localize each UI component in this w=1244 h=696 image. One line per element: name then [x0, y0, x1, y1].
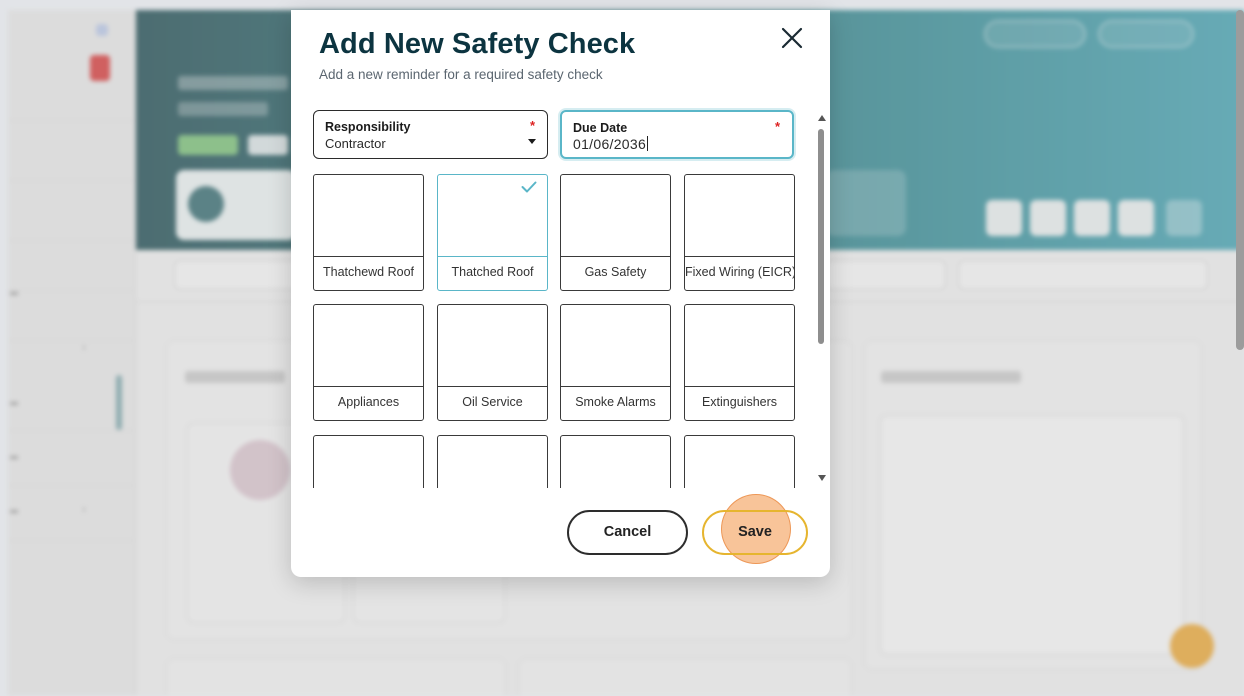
due-date-value: 01/06/2036 [573, 136, 647, 152]
card-label: Fixed Wiring (EICR) [685, 265, 794, 279]
close-button[interactable] [777, 23, 807, 53]
save-button-label: Save [738, 524, 772, 540]
dialog-subtitle: Add a new reminder for a required safety… [319, 67, 603, 82]
check-type-card-fixed-wiring[interactable]: Fixed Wiring (EICR) [684, 174, 795, 291]
required-marker: * [529, 118, 535, 133]
scroll-down-arrow-icon[interactable] [818, 475, 826, 481]
text-cursor [647, 136, 649, 151]
scrollbar-thumb[interactable] [818, 129, 824, 344]
check-type-card-thatched-roof[interactable]: Thatched Roof [437, 174, 548, 291]
check-type-card[interactable] [313, 435, 424, 488]
required-marker: * [774, 119, 780, 134]
card-image [561, 305, 670, 387]
check-type-card[interactable] [560, 435, 671, 488]
scroll-up-arrow-icon[interactable] [818, 115, 826, 121]
card-image [438, 305, 547, 387]
card-image [438, 436, 547, 488]
page-scrollbar[interactable] [1236, 10, 1244, 350]
card-image [685, 175, 794, 257]
responsibility-label: Responsibility [325, 120, 411, 134]
card-label: Appliances [337, 395, 400, 409]
grid-scrollbar[interactable] [816, 113, 826, 483]
card-label: Thatchewd Roof [322, 265, 415, 279]
card-image [314, 175, 423, 257]
due-date-label: Due Date [573, 121, 628, 135]
card-image [561, 436, 670, 488]
card-image [314, 436, 423, 488]
card-label: Oil Service [462, 395, 523, 409]
check-type-card-appliances[interactable]: Appliances [313, 304, 424, 421]
save-button[interactable]: Save [702, 510, 808, 555]
check-type-card-gas-safety[interactable]: Gas Safety [560, 174, 671, 291]
card-image [314, 305, 423, 387]
card-label: Thatched Roof [451, 265, 534, 279]
responsibility-select[interactable]: Responsibility * Contractor [313, 110, 548, 159]
card-label: Gas Safety [584, 265, 647, 279]
responsibility-value: Contractor [325, 136, 386, 151]
card-image [685, 305, 794, 387]
dialog-title: Add New Safety Check [319, 28, 636, 60]
card-label: Extinguishers [701, 395, 778, 409]
card-image [561, 175, 670, 257]
check-type-grid: Thatchewd Roof Thatched Roof Gas Safety … [313, 174, 797, 488]
check-type-card-oil-service[interactable]: Oil Service [437, 304, 548, 421]
chevron-down-icon [528, 139, 536, 144]
check-type-card-thatchewd-roof[interactable]: Thatchewd Roof [313, 174, 424, 291]
check-type-card[interactable] [437, 435, 548, 488]
check-type-card-smoke-alarms[interactable]: Smoke Alarms [560, 304, 671, 421]
card-label: Smoke Alarms [575, 395, 656, 409]
check-type-card[interactable] [684, 435, 795, 488]
due-date-input[interactable]: Due Date * 01/06/2036 [560, 110, 794, 159]
check-icon [521, 181, 537, 193]
check-type-card-extinguishers[interactable]: Extinguishers [684, 304, 795, 421]
due-date-value-wrap: 01/06/2036 [573, 136, 649, 152]
cancel-button[interactable]: Cancel [567, 510, 688, 555]
close-icon [781, 27, 803, 49]
add-safety-check-dialog: Add New Safety Check Add a new reminder … [291, 10, 830, 577]
card-image [685, 436, 794, 488]
